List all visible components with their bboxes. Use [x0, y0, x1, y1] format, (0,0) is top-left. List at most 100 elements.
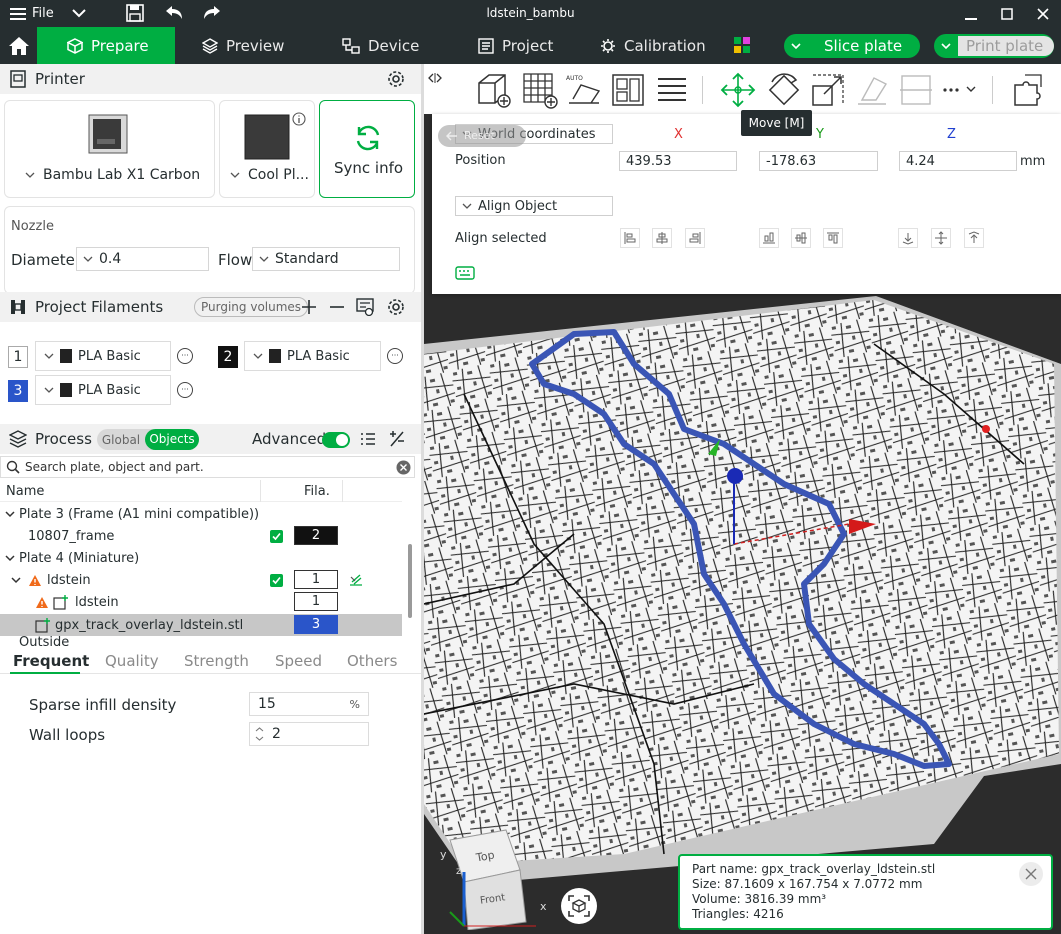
- close-info-button[interactable]: [1019, 862, 1043, 886]
- tab-others[interactable]: Others: [347, 648, 397, 674]
- minus-icon[interactable]: [329, 299, 345, 315]
- tab-frequent[interactable]: Frequent: [13, 648, 89, 674]
- print-dropdown-icon[interactable]: [936, 36, 956, 56]
- minimize-icon[interactable]: [953, 0, 989, 27]
- object-search-box[interactable]: Search plate, object and part.: [0, 456, 415, 478]
- more-icon[interactable]: ···: [387, 348, 403, 364]
- align-z-top-icon[interactable]: [964, 228, 984, 248]
- position-y-input[interactable]: -178.63: [759, 151, 878, 171]
- slice-plate-button[interactable]: Slice plate: [784, 34, 920, 58]
- chevron-down-icon[interactable]: [11, 575, 21, 585]
- more-icon[interactable]: ···: [177, 348, 193, 364]
- printable-checkbox[interactable]: [270, 573, 283, 587]
- tab-project[interactable]: Project: [478, 27, 553, 64]
- tree-plate-row[interactable]: Outside: [0, 636, 402, 648]
- gear-icon[interactable]: [387, 70, 405, 88]
- scale-tool[interactable]: [808, 70, 848, 110]
- sparse-infill-input[interactable]: 15 %: [249, 692, 369, 716]
- tree-plate-row[interactable]: Plate 3 (Frame (A1 mini compatible)): [0, 503, 402, 525]
- tab-quality[interactable]: Quality: [105, 648, 159, 674]
- align-z-bottom-icon[interactable]: [898, 228, 918, 248]
- filament-number-1[interactable]: 1: [8, 346, 28, 368]
- fit-view-button[interactable]: [561, 888, 597, 924]
- purging-volumes-button[interactable]: Purging volumes: [194, 297, 309, 317]
- move-tool[interactable]: [718, 70, 758, 110]
- tab-prepare[interactable]: Prepare: [37, 27, 175, 64]
- position-x-input[interactable]: 439.53: [619, 151, 737, 171]
- plate-type-card[interactable]: Cool Pl...: [219, 100, 315, 198]
- tree-object-row[interactable]: 10807_frame 2: [0, 525, 402, 547]
- layers-tool[interactable]: [652, 70, 692, 110]
- search-input[interactable]: Search plate, object and part.: [25, 460, 204, 474]
- print-plate-button[interactable]: Print plate: [934, 34, 1054, 58]
- warning-icon[interactable]: [28, 574, 42, 587]
- tree-object-row[interactable]: ldstein 1: [0, 569, 402, 591]
- chevron-down-icon[interactable]: [5, 509, 15, 519]
- info-icon[interactable]: [292, 112, 306, 126]
- align-z-center-icon[interactable]: [931, 228, 951, 248]
- position-z-input[interactable]: 4.24: [899, 151, 1017, 171]
- arrange-tool[interactable]: [608, 70, 648, 110]
- chevron-down-icon[interactable]: [230, 170, 240, 180]
- filament-number-3[interactable]: 3: [8, 380, 28, 402]
- compare-icon[interactable]: [388, 430, 406, 448]
- list-icon[interactable]: [360, 431, 376, 447]
- more-tools-button[interactable]: [936, 70, 986, 110]
- clear-icon[interactable]: [396, 460, 411, 475]
- flow-select[interactable]: Standard: [252, 247, 400, 271]
- printable-checkbox[interactable]: [270, 529, 283, 543]
- align-mode-select[interactable]: Align Object: [455, 196, 613, 216]
- tree-part-row[interactable]: ldstein 1: [0, 591, 402, 613]
- tab-device[interactable]: Device: [342, 27, 419, 64]
- filament-select-1[interactable]: PLA Basic: [35, 341, 171, 371]
- redo-icon[interactable]: [202, 4, 222, 22]
- chevron-down-icon[interactable]: [70, 4, 88, 22]
- lay-on-face-tool[interactable]: [852, 70, 892, 110]
- filament-select-3[interactable]: PLA Basic: [35, 375, 171, 405]
- maximize-icon[interactable]: [989, 0, 1025, 27]
- filament-sync-icon[interactable]: [356, 298, 374, 316]
- warning-icon[interactable]: [35, 596, 49, 609]
- process-scope-toggle[interactable]: Global Objects: [97, 429, 199, 450]
- add-object-tool[interactable]: [474, 70, 514, 110]
- auto-orient-tool[interactable]: AUTO: [564, 70, 604, 110]
- wall-loops-stepper[interactable]: 2: [249, 722, 369, 746]
- printer-card[interactable]: Bambu Lab X1 Carbon: [4, 100, 215, 198]
- tab-strength[interactable]: Strength: [184, 648, 249, 674]
- assembly-tool[interactable]: [1008, 70, 1048, 110]
- reset-ghost-button[interactable]: Reset: [438, 125, 526, 147]
- more-icon[interactable]: ···: [177, 382, 193, 398]
- keyboard-icon[interactable]: [455, 266, 475, 280]
- filament-index-box[interactable]: 3: [294, 615, 338, 634]
- chevron-down-icon[interactable]: [5, 553, 15, 563]
- align-center-x-icon[interactable]: [652, 228, 672, 248]
- home-button[interactable]: [0, 27, 37, 64]
- sync-info-button[interactable]: Sync info: [319, 100, 415, 198]
- save-icon[interactable]: [126, 4, 144, 22]
- plus-icon[interactable]: [301, 299, 317, 315]
- slice-dropdown-icon[interactable]: [786, 36, 806, 56]
- diameter-select[interactable]: 0.4: [76, 247, 209, 271]
- align-right-icon[interactable]: [685, 228, 705, 248]
- global-toggle-option[interactable]: Global: [97, 433, 145, 447]
- filament-number-2[interactable]: 2: [218, 346, 238, 368]
- navigation-cube[interactable]: Top Front y x z: [436, 826, 556, 931]
- tree-plate-row[interactable]: Plate 4 (Miniature): [0, 547, 402, 569]
- undo-icon[interactable]: [164, 4, 184, 22]
- stepper-arrows-icon[interactable]: [255, 726, 264, 742]
- collapse-sidebar-icon[interactable]: [428, 72, 442, 84]
- multicolor-icon[interactable]: [734, 37, 750, 53]
- chevron-down-icon[interactable]: [25, 170, 35, 180]
- tree-part-row-selected[interactable]: gpx_track_overlay_ldstein.stl 3: [0, 614, 402, 636]
- filament-index-box[interactable]: 2: [294, 526, 338, 545]
- file-menu-button[interactable]: File: [10, 0, 54, 27]
- tree-scrollbar[interactable]: [408, 544, 412, 618]
- align-center-y-icon[interactable]: [791, 228, 811, 248]
- filament-index-box[interactable]: 1: [294, 570, 338, 589]
- objects-toggle-option[interactable]: Objects: [145, 429, 199, 450]
- add-plate-tool[interactable]: [520, 70, 560, 110]
- cut-tool[interactable]: [896, 70, 936, 110]
- align-left-icon[interactable]: [620, 228, 640, 248]
- filament-index-box[interactable]: 1: [294, 592, 338, 611]
- support-paint-icon[interactable]: [348, 573, 364, 587]
